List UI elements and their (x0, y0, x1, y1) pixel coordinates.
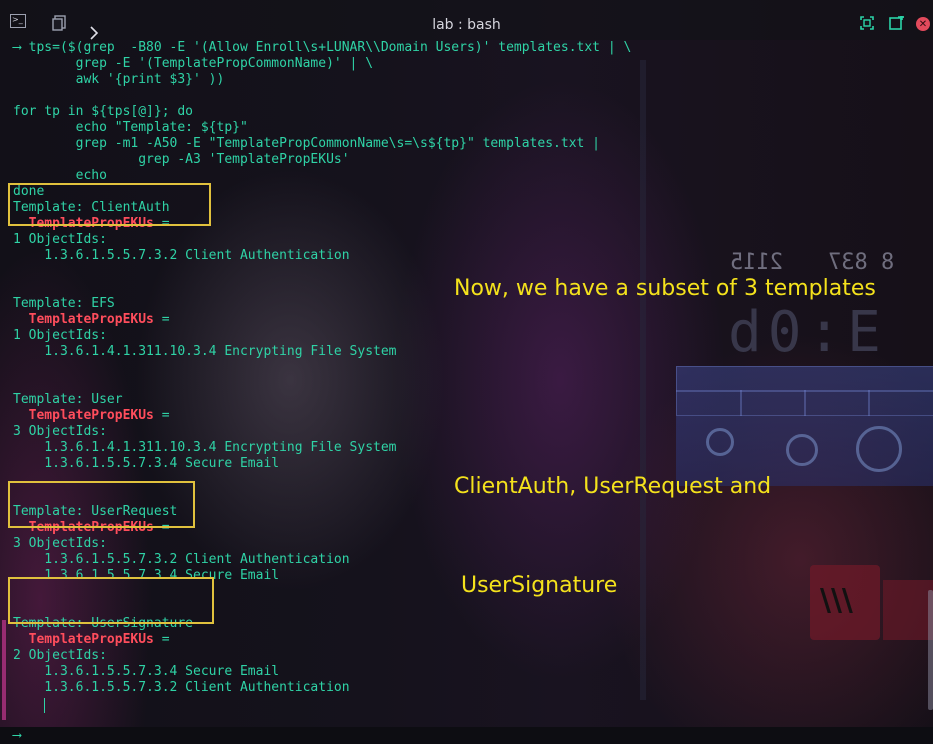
terminal-text: 1.3.6.1.5.5.7.3.2 Client Authentication (13, 680, 350, 695)
new-window-icon[interactable] (888, 14, 906, 32)
terminal-line: ⟶ tps=($(grep -B80 -E '(Allow Enroll\s+L… (13, 40, 913, 56)
terminal-text: 1.3.6.1.4.1.311.10.3.4 Encrypting File S… (13, 344, 397, 359)
terminal-text: for tp in ${tps[@]}; do (13, 104, 194, 119)
terminal-text: = (153, 632, 170, 647)
annotation-line-1: Now, we have a subset of 3 templates (454, 276, 876, 301)
annotation-line-3: UserSignature (454, 573, 618, 598)
scrollbar[interactable] (928, 590, 933, 710)
terminal-text: 1.3.6.1.5.5.7.3.2 Client Authentication (13, 552, 350, 567)
terminal-text: 1.3.6.1.5.5.7.3.2 Client Authentication (13, 248, 350, 263)
title-bar: >_ lab : bash ✕ (0, 0, 933, 40)
terminal-line: echo (13, 168, 913, 184)
terminal-text: grep -A3 'TemplatePropEKUs' (13, 152, 350, 167)
maximize-icon[interactable] (858, 14, 876, 32)
terminal-line: grep -m1 -A50 -E "TemplatePropCommonName… (13, 136, 913, 152)
terminal-text: 1.3.6.1.5.5.7.3.4 Secure Email (13, 456, 280, 471)
annotation-note: Now, we have a subset of 3 templates Cli… (454, 206, 876, 635)
terminal-highlight: TemplatePropEKUs (28, 312, 154, 327)
highlight-box-clientauth (8, 183, 211, 226)
terminal-text: awk '{print $3}' )) (13, 72, 225, 87)
terminal-line: echo "Template: ${tp}" (13, 120, 913, 136)
terminal-line: awk '{print $3}' )) (13, 72, 913, 88)
terminal-text: 1 ObjectIds: (13, 328, 107, 343)
annotation-line-2: ClientAuth, UserRequest and (454, 474, 772, 499)
terminal-text: = (153, 312, 170, 327)
terminal-line: ⟶ (13, 728, 913, 744)
terminal-text: Template: EFS (13, 296, 115, 311)
terminal-line: 2 ObjectIds: (13, 648, 913, 664)
terminal-line: 1.3.6.1.5.5.7.3.2 Client Authentication (13, 680, 913, 696)
terminal-line: 1.3.6.1.5.5.7.3.4 Secure Email (13, 664, 913, 680)
terminal-highlight: TemplatePropEKUs (28, 408, 154, 423)
terminal-text: Template: User (13, 392, 123, 407)
terminal-text: 3 ObjectIds: (13, 424, 107, 439)
terminal-text: 1.3.6.1.5.5.7.3.4 Secure Email (13, 664, 280, 679)
terminal-cursor (44, 698, 45, 713)
terminal-text: grep -E '(TemplatePropCommonName)' | \ (13, 56, 374, 71)
highlight-box-userrequest (8, 481, 195, 528)
close-icon[interactable]: ✕ (916, 17, 930, 31)
terminal-line: grep -E '(TemplatePropCommonName)' | \ (13, 56, 913, 72)
terminal-text: 1 ObjectIds: (13, 232, 107, 247)
terminal-text: = (153, 408, 170, 423)
terminal-text: grep -m1 -A50 -E "TemplatePropCommonName… (13, 136, 600, 151)
highlight-box-usersignature (8, 577, 214, 624)
window-title: lab : bash (432, 17, 501, 33)
terminal-line: for tp in ${tps[@]}; do (13, 104, 913, 120)
terminal-line: grep -A3 'TemplatePropEKUs' (13, 152, 913, 168)
terminal-text: 3 ObjectIds: (13, 536, 107, 551)
wallpaper-light-left (2, 620, 6, 720)
terminal-text: echo "Template: ${tp}" (13, 120, 248, 135)
terminal-highlight: TemplatePropEKUs (28, 632, 154, 647)
terminal-text: 1.3.6.1.4.1.311.10.3.4 Encrypting File S… (13, 440, 397, 455)
terminal-text: ⟶ (13, 728, 29, 743)
terminal-text: 2 ObjectIds: (13, 648, 107, 663)
terminal-text: ⟶ tps=($(grep -B80 -E '(Allow Enroll\s+L… (13, 40, 632, 55)
terminal-text: echo (13, 168, 107, 183)
